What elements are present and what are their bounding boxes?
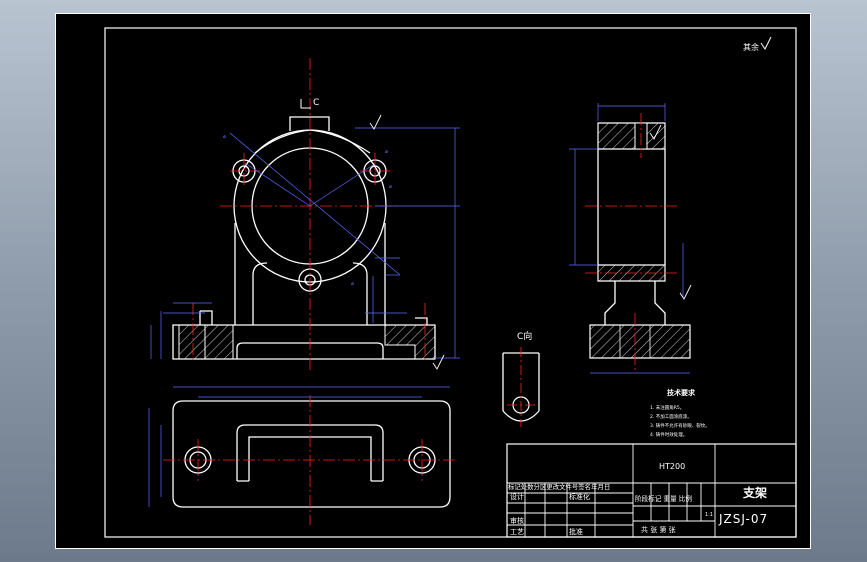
tech-req-item: 3. 铸件不允许有砂眼、裂纹。 xyxy=(650,422,710,429)
top-boss xyxy=(289,116,330,131)
stage-labels: 阶段标记 重量 比例 xyxy=(635,494,692,503)
front-view xyxy=(172,116,436,360)
section-marker-label: C xyxy=(313,98,319,108)
review-label: 审核 xyxy=(510,516,524,525)
front-right-section xyxy=(384,324,436,360)
outer-frame xyxy=(55,13,811,549)
svg-text:⌀: ⌀ xyxy=(351,281,354,287)
side-view xyxy=(589,122,691,359)
cad-viewport[interactable]: ⌀ ⌀ ⌀ ⌀ C C向 其余 技术要求 1. 未注圆角R5。 2. 不加工面涂… xyxy=(55,13,811,549)
top-view xyxy=(172,400,451,508)
surface-finish-text: 其余 xyxy=(743,42,759,52)
standardize-label: 标准化 xyxy=(569,492,590,501)
part-name: 支架 xyxy=(742,485,767,500)
finish-symbol-icon xyxy=(760,36,772,50)
drawing-canvas: ⌀ ⌀ ⌀ ⌀ C C向 其余 技术要求 1. 未注圆角R5。 2. 不加工面涂… xyxy=(55,13,811,549)
tech-req-item: 4. 铸件时效处理。 xyxy=(650,431,687,438)
approve-label: 批准 xyxy=(569,527,583,536)
process-label: 工艺 xyxy=(510,528,524,536)
front-left-section-2 xyxy=(204,324,234,360)
tech-req-title: 技术要求 xyxy=(667,388,696,397)
top-center-lines xyxy=(163,395,455,525)
svg-text:⌀: ⌀ xyxy=(389,184,392,190)
svg-text:⌀: ⌀ xyxy=(385,149,388,155)
c-direction-view: C向 xyxy=(502,330,540,427)
housing-top xyxy=(254,129,371,154)
surface-finish-note: 其余 xyxy=(743,36,772,52)
svg-text:⌀: ⌀ xyxy=(223,134,226,140)
base-plate-outline xyxy=(172,400,451,508)
side-body xyxy=(597,149,666,265)
design-label: 设计 xyxy=(510,492,524,501)
front-left-section xyxy=(178,324,206,360)
tech-requirements: 技术要求 1. 未注圆角R5。 2. 不加工面涂底漆。 3. 铸件不允许有砂眼、… xyxy=(650,388,710,438)
side-base-section xyxy=(589,324,691,359)
tech-req-item: 2. 不加工面涂底漆。 xyxy=(650,413,692,420)
sheet-info: 共 张 第 张 xyxy=(641,525,676,534)
material-text: HT200 xyxy=(659,462,685,471)
tech-req-item: 1. 未注圆角R5。 xyxy=(650,404,684,411)
slot-outer xyxy=(236,424,384,481)
drawing-number: JZSJ-07 xyxy=(718,512,768,526)
c-view-label: C向 xyxy=(517,330,532,342)
scale-value: 1:1 xyxy=(705,512,713,518)
side-top-section xyxy=(597,122,666,150)
revision-header: 标记处数分区更改文件号签名年月日 xyxy=(508,482,610,491)
